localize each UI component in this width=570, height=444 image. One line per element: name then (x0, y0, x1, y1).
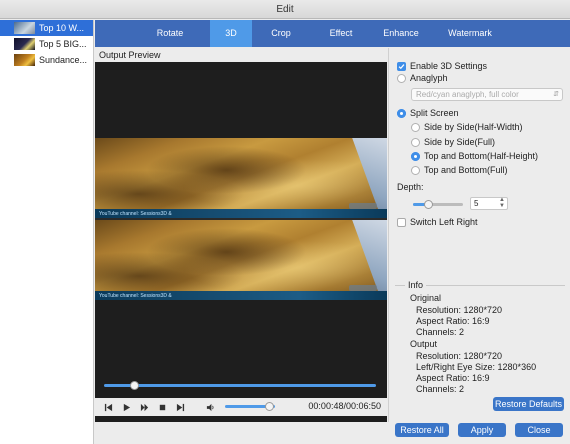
file-item-2[interactable]: Top 5 BIG... (0, 36, 93, 52)
file-item-1[interactable]: Top 10 W... (0, 20, 93, 36)
video-caption: YouTube channel: Sessions3D & (99, 211, 172, 217)
fast-forward-icon[interactable] (135, 399, 153, 415)
radio-off-icon (411, 122, 420, 132)
dialog-buttons: Restore All Apply Close (95, 422, 570, 444)
tab-crop[interactable]: Crop (252, 20, 310, 47)
depth-label: Depth: (397, 182, 424, 192)
radio-off-icon (397, 73, 406, 83)
file-name: Top 5 BIG... (39, 39, 87, 49)
edit-tab-bar: Rotate 3D Crop Effect Enhance Watermark (95, 20, 570, 47)
video-thumbnail (14, 38, 35, 50)
video-thumbnail (14, 54, 35, 66)
output-aspect-ratio: Aspect Ratio: 16:9 (416, 373, 490, 383)
volume-handle[interactable] (265, 402, 274, 411)
window-title: Edit (0, 0, 570, 19)
preview-frame-bottom: YouTube channel: Sessions3D & (95, 220, 387, 300)
close-button[interactable]: Close (515, 423, 563, 437)
skip-back-icon[interactable] (99, 399, 117, 415)
volume-icon[interactable] (201, 399, 219, 415)
split-screen-label: Split Screen (410, 108, 459, 118)
output-heading: Output (410, 339, 438, 349)
file-item-3[interactable]: Sundance... (0, 52, 93, 68)
file-name: Sundance... (39, 55, 88, 65)
split-option-label: Top and Bottom(Full) (424, 165, 508, 175)
stop-icon[interactable] (153, 399, 171, 415)
apply-button[interactable]: Apply (458, 423, 506, 437)
tab-watermark[interactable]: Watermark (430, 20, 510, 47)
file-name: Top 10 W... (39, 23, 85, 33)
original-resolution: Resolution: 1280*720 (416, 305, 503, 315)
output-resolution: Resolution: 1280*720 (416, 351, 503, 361)
depth-slider[interactable] (413, 200, 463, 209)
chevron-updown-icon: ⇵ (553, 91, 559, 98)
switch-left-right-label: Switch Left Right (410, 217, 478, 227)
output-eye-size: Left/Right Eye Size: 1280*360 (416, 362, 537, 372)
split-option-side-half[interactable]: Side by Side(Half-Width) (411, 122, 523, 132)
skip-forward-icon[interactable] (171, 399, 189, 415)
checkbox-checked-icon (397, 61, 406, 71)
file-list: Top 10 W... Top 5 BIG... Sundance... (0, 20, 94, 444)
anaglyph-mode-value: Red/cyan anaglyph, full color (416, 90, 519, 99)
depth-value: 5 (474, 199, 479, 208)
restore-defaults-button[interactable]: Restore Defaults (493, 397, 564, 411)
volume-slider[interactable] (225, 402, 275, 411)
play-icon[interactable] (117, 399, 135, 415)
depth-handle[interactable] (424, 200, 433, 209)
radio-off-icon (411, 165, 420, 175)
output-channels: Channels: 2 (416, 384, 465, 394)
restore-all-button[interactable]: Restore All (395, 423, 449, 437)
info-title: Info (405, 280, 427, 290)
preview-label: Output Preview (99, 50, 161, 60)
radio-on-icon (397, 108, 406, 118)
seek-handle[interactable] (129, 381, 139, 390)
original-heading: Original (410, 293, 442, 303)
tab-effect[interactable]: Effect (310, 20, 372, 47)
preview-frame-top: YouTube channel: Sessions3D & (95, 138, 387, 218)
original-aspect-ratio: Aspect Ratio: 16:9 (416, 316, 490, 326)
3d-settings-panel: Enable 3D Settings Anaglyph Red/cyan ana… (388, 48, 570, 422)
anaglyph-label: Anaglyph (410, 73, 448, 83)
depth-stepper[interactable]: 5 ▲ ▼ (470, 197, 508, 210)
split-option-side-full[interactable]: Side by Side(Full) (411, 137, 495, 147)
split-option-top-half[interactable]: Top and Bottom(Half-Height) (411, 151, 538, 161)
enable-3d-label: Enable 3D Settings (410, 61, 488, 71)
switch-left-right-checkbox[interactable]: Switch Left Right (397, 217, 478, 227)
anaglyph-radio[interactable]: Anaglyph (397, 73, 448, 83)
original-channels: Channels: 2 (416, 327, 465, 337)
split-option-top-full[interactable]: Top and Bottom(Full) (411, 165, 508, 175)
split-option-label: Side by Side(Half-Width) (424, 122, 523, 132)
stepper-arrows-icon[interactable]: ▲ ▼ (499, 197, 505, 209)
split-option-label: Top and Bottom(Half-Height) (424, 151, 539, 161)
radio-off-icon (411, 137, 420, 147)
anaglyph-mode-select[interactable]: Red/cyan anaglyph, full color ⇵ (411, 88, 563, 101)
tab-enhance[interactable]: Enhance (372, 20, 430, 47)
video-preview: YouTube channel: Sessions3D & YouTube ch… (95, 62, 387, 424)
playback-time: 00:00:48/00:06:50 (308, 401, 381, 411)
split-option-label: Side by Side(Full) (424, 137, 496, 147)
seek-bar[interactable] (104, 381, 376, 390)
tab-rotate[interactable]: Rotate (130, 20, 210, 47)
tab-3d[interactable]: 3D (210, 20, 252, 47)
player-controls: 00:00:48/00:06:50 (95, 398, 387, 416)
checkbox-unchecked-icon (397, 217, 406, 227)
tab-spacer (95, 20, 130, 47)
split-screen-radio[interactable]: Split Screen (397, 108, 459, 118)
radio-on-icon (411, 151, 420, 161)
video-thumbnail (14, 22, 35, 34)
enable-3d-checkbox[interactable]: Enable 3D Settings (397, 61, 487, 71)
video-caption: YouTube channel: Sessions3D & (99, 293, 172, 299)
